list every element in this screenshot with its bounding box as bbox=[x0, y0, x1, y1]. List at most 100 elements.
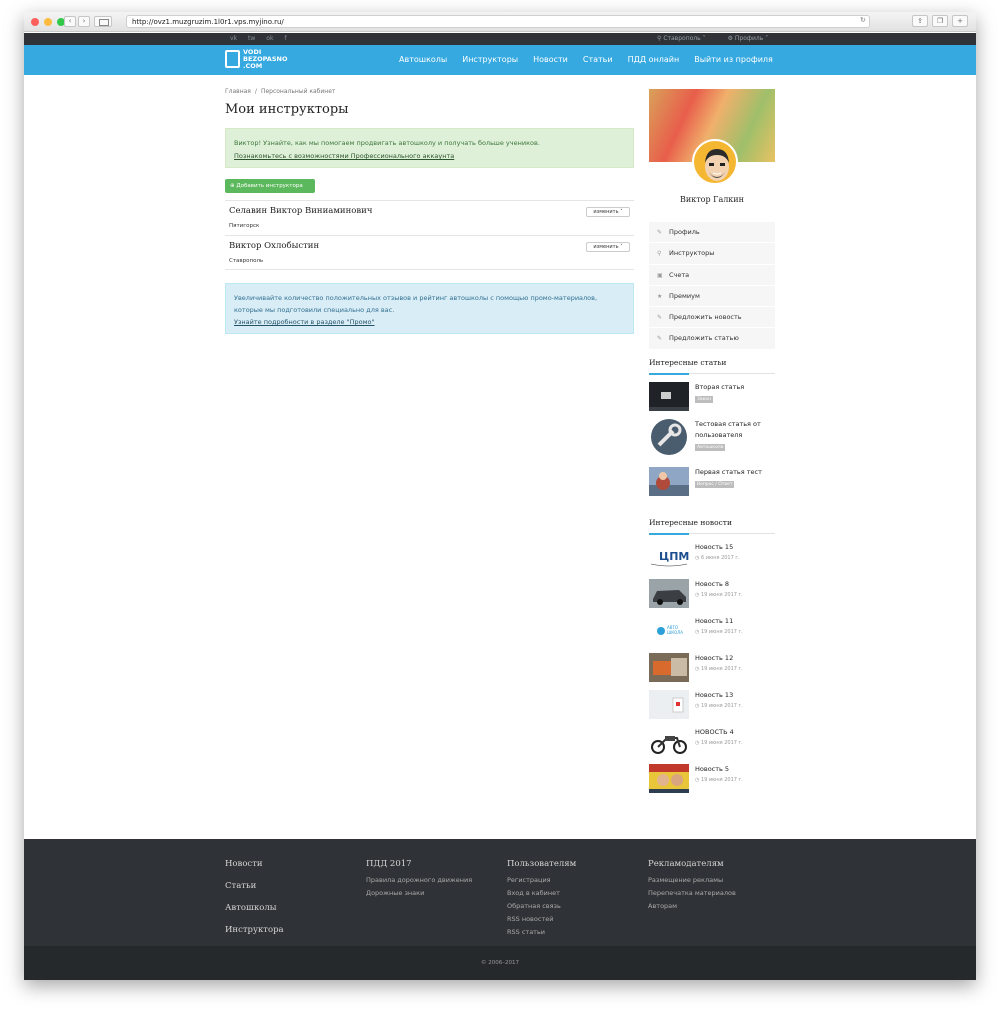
vk-icon[interactable]: vk bbox=[230, 35, 237, 42]
profile-menu-suggest-article[interactable]: ✎ Предложить статью bbox=[649, 328, 775, 350]
footer-link-instructors[interactable]: Инструктора bbox=[225, 919, 284, 941]
avatar[interactable] bbox=[692, 139, 738, 185]
instructor-name[interactable]: Селавин Виктор Виниаминович bbox=[229, 206, 372, 216]
promo-text: Увеличивайте количество положительных от… bbox=[234, 294, 598, 314]
edit-icon: ✎ bbox=[657, 314, 663, 322]
footer-advertisers: Рекламодателям Размещение рекламы Перепе… bbox=[648, 859, 736, 913]
edit-icon: ✎ bbox=[657, 335, 663, 343]
footer-link-rss-news[interactable]: RSS новостей bbox=[507, 913, 576, 926]
instructor-city: Пятигорск bbox=[229, 223, 260, 229]
twitter-icon[interactable]: tw bbox=[248, 35, 255, 42]
profile-menu-instructors[interactable]: ⚲ Инструкторы bbox=[649, 243, 775, 265]
pro-account-text: Виктор! Узнайте, как мы помогаем продвиг… bbox=[234, 139, 540, 147]
footer-link-articles[interactable]: Статьи bbox=[225, 875, 284, 897]
breadcrumb-current: Персональный кабинет bbox=[260, 88, 336, 95]
clock-icon: ◷ bbox=[695, 666, 700, 672]
footer-link-news[interactable]: Новости bbox=[225, 853, 284, 875]
nav-item-logout[interactable]: Выйти из профиля bbox=[694, 55, 773, 64]
articles-section-title: Интересные статьи bbox=[649, 358, 727, 367]
nav-item-articles[interactable]: Статьи bbox=[583, 55, 613, 64]
news-thumbnail bbox=[649, 690, 689, 719]
site-logo[interactable]: VODI BEZOPASNO .COM bbox=[225, 48, 287, 72]
clock-icon: ◷ bbox=[695, 592, 700, 598]
footer-link-rss-articles[interactable]: RSS статьи bbox=[507, 926, 576, 939]
close-window-button[interactable] bbox=[31, 18, 39, 26]
browser-window: ‹ › http://ovz1.muzgruzim.1l0r1.vps.myji… bbox=[24, 12, 976, 980]
menu-label: Премиум bbox=[669, 291, 700, 300]
article-title: Тестовая статья от пользователя bbox=[695, 420, 761, 439]
sidebar-toggle-icon[interactable] bbox=[94, 16, 112, 27]
browser-toolbar: ‹ › http://ovz1.muzgruzim.1l0r1.vps.myji… bbox=[24, 12, 976, 32]
clock-icon: ◷ bbox=[695, 555, 700, 561]
news-date: 19 июня 2017 г. bbox=[700, 666, 743, 672]
profile-menu-invoices[interactable]: ▣ Счета bbox=[649, 265, 775, 286]
footer-link-authors[interactable]: Авторам bbox=[648, 900, 736, 913]
pin-icon: ⚲ bbox=[657, 250, 662, 258]
share-icon[interactable]: ⇪ bbox=[912, 15, 928, 27]
forward-icon[interactable]: › bbox=[78, 16, 90, 27]
tabs-icon[interactable]: ❐ bbox=[932, 15, 948, 27]
breadcrumb-home[interactable]: Главная bbox=[225, 88, 251, 95]
profile-menu-premium[interactable]: ★ Премиум bbox=[649, 286, 775, 308]
news-title: Новость 15 bbox=[695, 543, 734, 551]
nav-item-news[interactable]: Новости bbox=[533, 55, 568, 64]
profile-menu-profile[interactable]: ✎ Профиль bbox=[649, 222, 775, 244]
instructor-list: Селавин Виктор Виниаминович Пятигорск из… bbox=[225, 200, 634, 270]
pro-account-link[interactable]: Познакомьтесь с возможностями Профессион… bbox=[234, 152, 454, 160]
nav-item-instructors[interactable]: Инструкторы bbox=[462, 55, 518, 64]
top-bar: vk tw ok f ⚲ Ставрополь ˅ ⚙ Профиль ˅ bbox=[24, 33, 976, 45]
edit-label: изменить bbox=[593, 209, 619, 215]
pro-account-alert: Виктор! Узнайте, как мы помогаем продвиг… bbox=[225, 128, 634, 168]
menu-label: Профиль bbox=[669, 228, 700, 236]
facebook-icon[interactable]: f bbox=[284, 35, 286, 42]
svg-text:ШКОЛА: ШКОЛА bbox=[667, 630, 683, 635]
edit-instructor-button[interactable]: изменить ˅ bbox=[586, 207, 630, 217]
footer-link-signs[interactable]: Дорожные знаки bbox=[366, 887, 472, 900]
footer-link-reprint[interactable]: Перепечатка материалов bbox=[648, 887, 736, 900]
footer-users-title: Пользователям bbox=[507, 859, 577, 869]
news-thumbnail bbox=[649, 579, 689, 608]
clock-icon: ◷ bbox=[695, 740, 700, 746]
promo-alert: Увеличивайте количество положительных от… bbox=[225, 283, 634, 334]
star-icon: ★ bbox=[657, 292, 663, 300]
footer-link-schools[interactable]: Автошколы bbox=[225, 897, 284, 919]
news-title: Новость 12 bbox=[695, 654, 734, 662]
section-divider bbox=[649, 533, 775, 535]
instructor-name[interactable]: Виктор Охлобыстин bbox=[229, 241, 319, 251]
news-title: Новость 8 bbox=[695, 580, 730, 588]
new-tab-icon[interactable]: + bbox=[952, 15, 968, 27]
footer-link-rules[interactable]: Правила дорожного движения bbox=[366, 874, 472, 887]
edit-instructor-button[interactable]: изменить ˅ bbox=[586, 242, 630, 252]
social-links: vk tw ok f bbox=[230, 35, 287, 42]
instructor-row: Селавин Виктор Виниаминович Пятигорск из… bbox=[225, 200, 634, 235]
nav-item-driving-schools[interactable]: Автошколы bbox=[399, 55, 447, 64]
footer-users: Пользователям Регистрация Вход в кабинет… bbox=[507, 859, 576, 939]
profile-card: Виктор Галкин ✎ Профиль ⚲ Инструкторы ▣ Сче… bbox=[649, 89, 775, 350]
footer-pdd-title: ПДД 2017 bbox=[366, 859, 412, 869]
back-icon[interactable]: ‹ bbox=[64, 16, 76, 27]
news-title: Новость 13 bbox=[695, 691, 734, 699]
nav-item-pdd-online[interactable]: ПДД онлайн bbox=[628, 55, 680, 64]
news-thumbnail: АВТОШКОЛА bbox=[649, 616, 689, 645]
reload-icon[interactable]: ↻ bbox=[860, 16, 866, 24]
profile-dropdown[interactable]: ⚙ Профиль ˅ bbox=[728, 35, 769, 42]
footer-link-register[interactable]: Регистрация bbox=[507, 874, 576, 887]
footer-link-feedback[interactable]: Обратная связь bbox=[507, 900, 576, 913]
add-instructor-button[interactable]: ⊕ Добавить инструктора bbox=[225, 179, 315, 193]
news-title: НОВОСТЬ 4 bbox=[695, 728, 734, 736]
address-bar[interactable]: http://ovz1.muzgruzim.1l0r1.vps.myjino.r… bbox=[126, 15, 870, 28]
profile-menu-suggest-news[interactable]: ✎ Предложить новость bbox=[649, 307, 775, 329]
minimize-window-button[interactable] bbox=[44, 18, 52, 26]
article-tag: Закон bbox=[695, 396, 714, 403]
wrench-icon bbox=[651, 419, 687, 455]
odnoklassniki-icon[interactable]: ok bbox=[266, 35, 273, 42]
edit-icon: ✎ bbox=[657, 229, 663, 236]
menu-label: Предложить статью bbox=[669, 334, 739, 343]
plus-circle-icon: ⊕ bbox=[230, 183, 235, 189]
promo-link[interactable]: Узнайте подробности в разделе "Промо" bbox=[234, 318, 374, 326]
footer-link-ads[interactable]: Размещение рекламы bbox=[648, 874, 736, 887]
instructor-row: Виктор Охлобыстин Ставрополь изменить ˅ bbox=[225, 235, 634, 270]
footer-link-login[interactable]: Вход в кабинет bbox=[507, 887, 576, 900]
city-selector[interactable]: ⚲ Ставрополь ˅ bbox=[657, 35, 706, 42]
news-date: 19 июня 2017 г. bbox=[700, 592, 743, 598]
